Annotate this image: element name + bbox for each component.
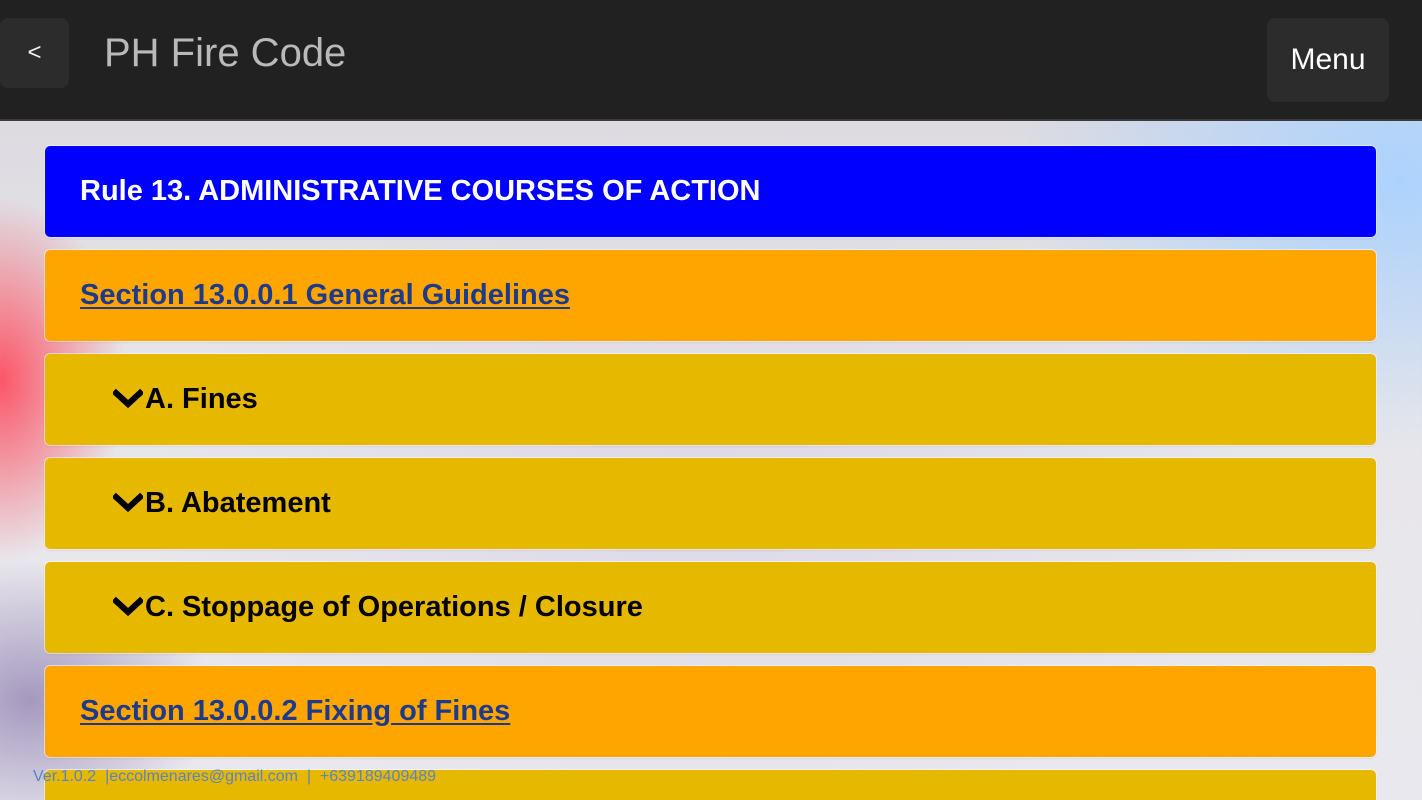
section-link-fixing-of-fines[interactable]: Section 13.0.0.2 Fixing of Fines bbox=[80, 695, 510, 728]
footer-version: Ver.1.0.2 bbox=[33, 768, 97, 785]
chevron-down-icon bbox=[113, 492, 143, 514]
footer-info: Ver.1.0.2 |eccolmenares@gmail.com | +639… bbox=[33, 768, 436, 786]
section-row-general-guidelines[interactable]: Section 13.0.0.1 General Guidelines bbox=[45, 250, 1376, 341]
footer-separator: | bbox=[306, 768, 312, 785]
rule-header: Rule 13. ADMINISTRATIVE COURSES OF ACTIO… bbox=[45, 146, 1376, 237]
back-button[interactable]: < bbox=[0, 18, 69, 88]
footer-email[interactable]: eccolmenares@gmail.com bbox=[109, 768, 298, 785]
accordion-item-abatement[interactable]: B. Abatement bbox=[45, 458, 1376, 549]
section-row-fixing-of-fines[interactable]: Section 13.0.0.2 Fixing of Fines bbox=[45, 666, 1376, 757]
menu-button[interactable]: Menu bbox=[1267, 18, 1389, 102]
footer-phone[interactable]: +639189409489 bbox=[320, 768, 436, 785]
accordion-item-fines[interactable]: A. Fines bbox=[45, 354, 1376, 445]
chevron-down-icon bbox=[113, 388, 143, 410]
rule-content: Rule 13. ADMINISTRATIVE COURSES OF ACTIO… bbox=[45, 146, 1376, 800]
app-header: < PH Fire Code Menu bbox=[0, 0, 1422, 121]
accordion-item-label: A. Fines bbox=[145, 383, 258, 415]
accordion-item-label: B. Abatement bbox=[145, 487, 331, 519]
rule-title: Rule 13. ADMINISTRATIVE COURSES OF ACTIO… bbox=[80, 175, 761, 207]
chevron-down-icon bbox=[113, 596, 143, 618]
section-link-general-guidelines[interactable]: Section 13.0.0.1 General Guidelines bbox=[80, 279, 570, 312]
accordion-item-stoppage-closure[interactable]: C. Stoppage of Operations / Closure bbox=[45, 562, 1376, 653]
accordion-item-label: C. Stoppage of Operations / Closure bbox=[145, 591, 643, 623]
app-title: PH Fire Code bbox=[104, 31, 347, 75]
